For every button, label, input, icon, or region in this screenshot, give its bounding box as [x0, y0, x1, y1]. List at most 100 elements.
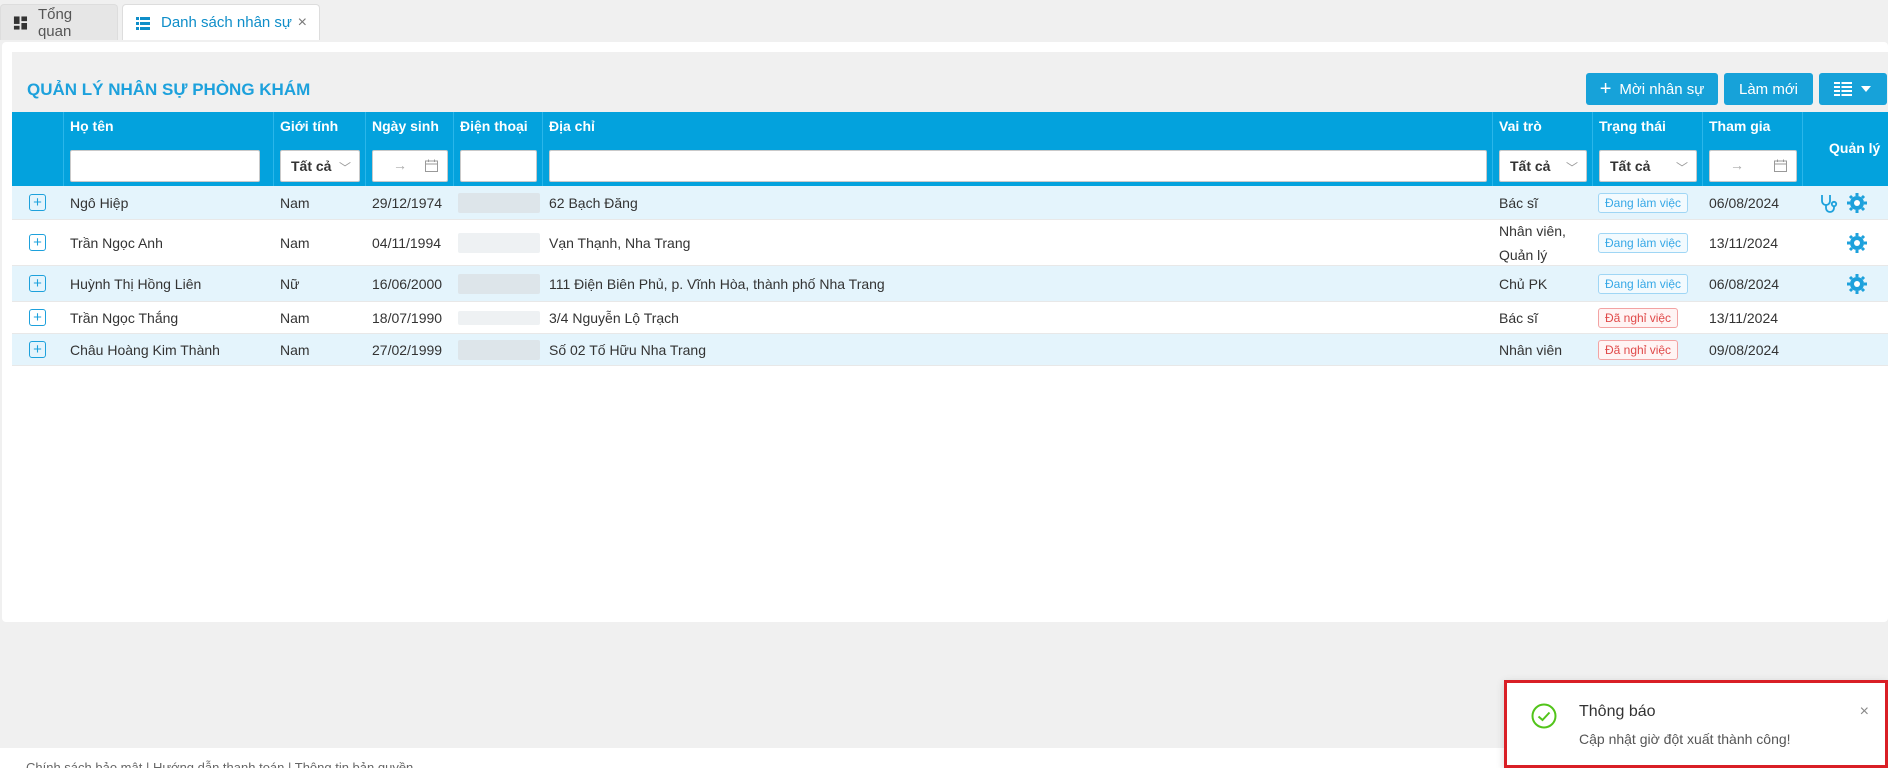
- cell-gender: Nam: [280, 234, 310, 251]
- settings-gear-icon[interactable]: [1846, 273, 1868, 295]
- dashboard-icon: [13, 15, 28, 30]
- status-badge: Đang làm việc: [1598, 232, 1689, 253]
- name-filter-input[interactable]: [70, 150, 260, 182]
- page-title: QUẢN LÝ NHÂN SỰ PHÒNG KHÁM: [27, 80, 311, 99]
- cell-name: Trần Ngọc Thắng: [70, 309, 179, 326]
- status-badge: Đã nghỉ việc: [1598, 307, 1679, 328]
- expand-row-icon[interactable]: +: [29, 275, 46, 292]
- settings-gear-icon[interactable]: [1846, 232, 1868, 254]
- cell-address: Số 02 Tố Hữu Nha Trang: [549, 341, 706, 358]
- close-icon[interactable]: ×: [1860, 703, 1869, 721]
- cell-gender: Nữ: [280, 275, 300, 292]
- role-filter-value: Tất cả: [1510, 158, 1551, 174]
- tab-bar: Tổng quan Danh sách nhân sự ×: [0, 0, 1888, 40]
- cell-dob: 16/06/2000: [372, 275, 443, 292]
- gender-filter-value: Tất cả: [291, 158, 332, 174]
- phone-redacted: [458, 310, 540, 325]
- header-address-label: Địa chỉ: [549, 118, 595, 134]
- close-icon[interactable]: ×: [298, 14, 307, 32]
- role-filter-select[interactable]: Tất cả ﹀: [1499, 150, 1587, 182]
- cell-gender: Nam: [280, 341, 310, 358]
- chevron-down-icon: ﹀: [1675, 161, 1688, 175]
- status-badge: Đang làm việc: [1598, 273, 1689, 294]
- cell-dob: 18/07/1990: [372, 309, 443, 326]
- expand-row-icon[interactable]: +: [29, 309, 46, 326]
- table-row[interactable]: + Huỳnh Thị Hồng Liên Nữ 16/06/2000 111 …: [12, 266, 1888, 302]
- notification-toast: Thông báo Cập nhật giờ đột xuất thành cô…: [1504, 680, 1888, 768]
- main-panel: QUẢN LÝ NHÂN SỰ PHÒNG KHÁM + Mời nhân sự…: [2, 42, 1888, 622]
- address-filter-input[interactable]: [549, 150, 1487, 182]
- cell-role: Nhân viên, Quản lý: [1499, 220, 1566, 265]
- cell-dob: 04/11/1994: [372, 234, 442, 251]
- caret-down-icon: [1861, 86, 1871, 92]
- status-badge: Đang làm việc: [1598, 192, 1689, 213]
- cell-address: Vạn Thạnh, Nha Trang: [549, 234, 691, 251]
- stethoscope-icon[interactable]: [1818, 192, 1840, 214]
- chevron-down-icon: ﹀: [1565, 161, 1578, 175]
- staff-table: Họ tên Giới tính Tất cả ﹀ Ngày sinh → Đi…: [12, 112, 1888, 366]
- tab-overview[interactable]: Tổng quan: [0, 4, 118, 40]
- status-badge: Đã nghỉ việc: [1598, 339, 1679, 360]
- header-gender-label: Giới tính: [280, 118, 339, 134]
- header-name: Họ tên: [64, 112, 274, 186]
- cell-dob: 29/12/1974: [372, 194, 443, 211]
- tab-staff-list[interactable]: Danh sách nhân sự ×: [122, 4, 320, 40]
- cell-name: Trần Ngọc Anh: [70, 234, 163, 251]
- cell-role: Bác sĩ: [1499, 194, 1538, 211]
- calendar-icon: [1774, 159, 1787, 172]
- header-dob-label: Ngày sinh: [372, 118, 439, 134]
- cell-joined: 06/08/2024: [1709, 194, 1780, 211]
- invite-staff-button[interactable]: + Mời nhân sự: [1586, 73, 1718, 105]
- table-row[interactable]: + Trần Ngọc Thắng Nam 18/07/1990 3/4 Ngu…: [12, 302, 1888, 334]
- header-role: Vai trò Tất cả ﹀: [1493, 112, 1593, 186]
- table-row[interactable]: + Ngô Hiệp Nam 29/12/1974 62 Bạch Đăng B…: [12, 186, 1888, 220]
- expand-row-icon[interactable]: +: [29, 234, 46, 251]
- header-role-label: Vai trò: [1499, 118, 1542, 134]
- expand-row-icon[interactable]: +: [29, 341, 46, 358]
- dob-range-picker[interactable]: →: [372, 150, 448, 182]
- header-expand: [12, 112, 64, 186]
- table-row[interactable]: + Trần Ngọc Anh Nam 04/11/1994 Vạn Thạnh…: [12, 220, 1888, 266]
- cell-name: Ngô Hiệp: [70, 194, 129, 211]
- header-address: Địa chỉ: [543, 112, 1493, 186]
- phone-redacted: [458, 192, 540, 213]
- header-dob: Ngày sinh →: [366, 112, 454, 186]
- header-phone: Điện thoại: [454, 112, 543, 186]
- cell-gender: Nam: [280, 309, 310, 326]
- tab-staff-list-label: Danh sách nhân sự: [161, 14, 292, 31]
- cell-joined: 09/08/2024: [1709, 341, 1780, 358]
- cell-joined: 06/08/2024: [1709, 275, 1780, 292]
- calendar-icon: [425, 159, 438, 172]
- cell-address: 3/4 Nguyễn Lộ Trạch: [549, 309, 679, 326]
- cell-gender: Nam: [280, 194, 310, 211]
- list-icon: [136, 16, 150, 30]
- joined-range-picker[interactable]: →: [1709, 150, 1797, 182]
- phone-redacted: [458, 273, 540, 294]
- header-name-label: Họ tên: [70, 118, 114, 134]
- cell-role: Chủ PK: [1499, 275, 1548, 292]
- phone-redacted: [458, 339, 540, 360]
- chevron-down-icon: ﹀: [338, 161, 351, 175]
- header-manage-label: Quản lý: [1829, 140, 1881, 156]
- notification-message: Cập nhật giờ đột xuất thành công!: [1579, 731, 1791, 747]
- column-settings-button[interactable]: [1819, 73, 1887, 105]
- notification-title: Thông báo: [1579, 703, 1656, 720]
- table-columns-icon: [1834, 82, 1852, 96]
- phone-redacted: [458, 232, 540, 253]
- cell-address: 111 Điện Biên Phủ, p. Vĩnh Hòa, thành ph…: [549, 275, 885, 292]
- gender-filter-select[interactable]: Tất cả ﹀: [280, 150, 360, 182]
- settings-gear-icon[interactable]: [1846, 192, 1868, 214]
- tab-overview-label: Tổng quan: [37, 5, 73, 40]
- header-joined: Tham gia →: [1703, 112, 1803, 186]
- page-header: QUẢN LÝ NHÂN SỰ PHÒNG KHÁM + Mời nhân sự…: [12, 52, 1888, 112]
- status-filter-select[interactable]: Tất cả ﹀: [1599, 150, 1697, 182]
- table-row[interactable]: + Châu Hoàng Kim Thành Nam 27/02/1999 Số…: [12, 334, 1888, 366]
- phone-filter-input[interactable]: [460, 150, 537, 182]
- refresh-button[interactable]: Làm mới: [1724, 73, 1813, 105]
- role-line: Quản lý: [1499, 246, 1548, 263]
- cell-dob: 27/02/1999: [372, 341, 443, 358]
- status-filter-value: Tất cả: [1610, 158, 1651, 174]
- header-phone-label: Điện thoại: [460, 118, 528, 134]
- expand-row-icon[interactable]: +: [29, 194, 46, 211]
- arrow-right-icon: →: [1730, 157, 1744, 173]
